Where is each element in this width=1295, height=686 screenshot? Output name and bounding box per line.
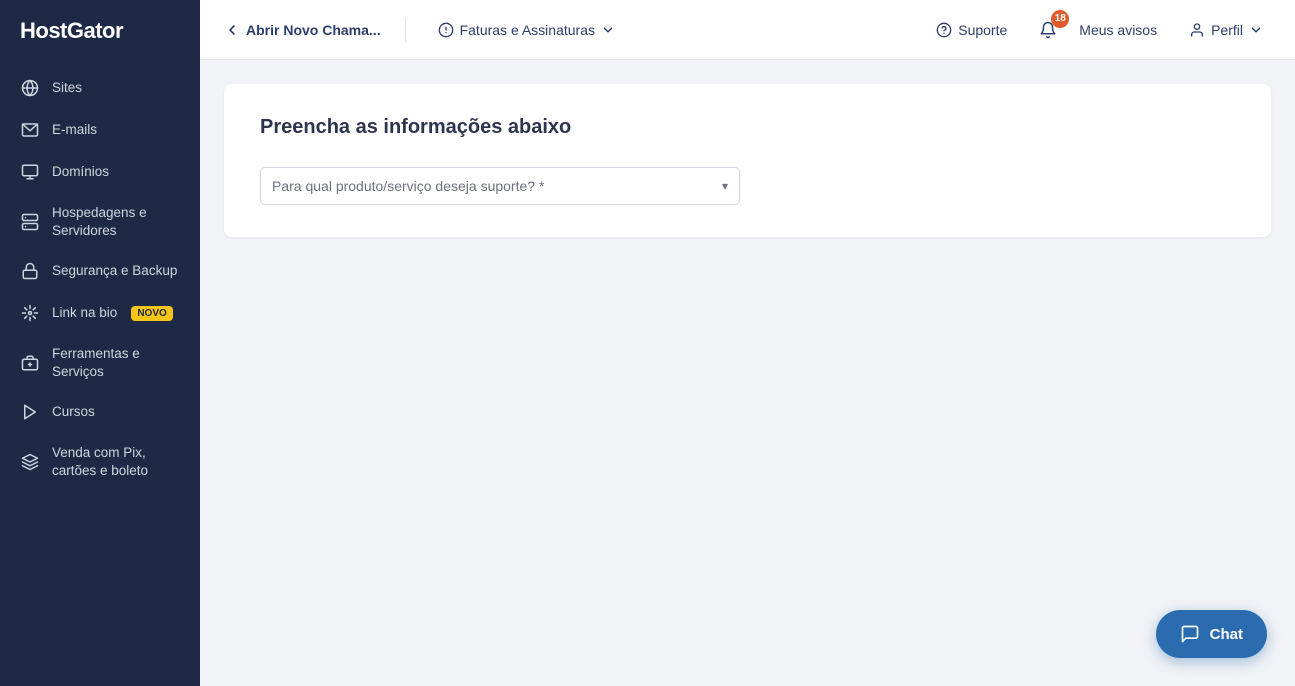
profile-button[interactable]: Perfil <box>1181 18 1271 42</box>
support-button[interactable]: Suporte <box>928 18 1015 42</box>
billing-menu[interactable]: Faturas e Assinaturas <box>430 18 623 42</box>
profile-chevron-icon <box>1249 23 1263 37</box>
user-icon <box>1189 22 1205 38</box>
sidebar-item-sites-label: Sites <box>52 79 82 97</box>
sidebar-item-venda-label: Venda com Pix, cartões e boleto <box>52 444 180 479</box>
email-icon <box>20 120 40 140</box>
sidebar-item-ferramentas[interactable]: Ferramentas e Serviços <box>8 335 192 390</box>
server-icon <box>20 212 40 232</box>
domain-icon <box>20 162 40 182</box>
chat-button[interactable]: Chat <box>1156 610 1267 658</box>
sidebar-item-cursos[interactable]: Cursos <box>8 392 192 432</box>
novo-badge: NOVO <box>131 306 172 321</box>
sidebar-item-hospedagens[interactable]: Hospedagens e Servidores <box>8 194 192 249</box>
chat-label: Chat <box>1210 626 1243 643</box>
product-select[interactable] <box>260 167 740 205</box>
form-card: Preencha as informações abaixo ▾ Para qu… <box>224 84 1271 237</box>
sidebar-item-seguranca-label: Segurança e Backup <box>52 262 177 280</box>
back-label: Abrir Novo Chama... <box>246 22 381 38</box>
sidebar-item-cursos-label: Cursos <box>52 403 95 421</box>
sidebar-item-dominios[interactable]: Domínios <box>8 152 192 192</box>
notifications-label: Meus avisos <box>1079 22 1157 38</box>
sidebar-item-linkbio[interactable]: Link na bio NOVO <box>8 293 192 333</box>
sidebar-item-dominios-label: Domínios <box>52 163 109 181</box>
sidebar: HostGator Sites E-mails Domínios Hospeda… <box>0 0 200 686</box>
lock-icon <box>20 261 40 281</box>
profile-label: Perfil <box>1211 22 1243 38</box>
sidebar-nav: Sites E-mails Domínios Hospedagens e Ser… <box>0 62 200 686</box>
chat-icon <box>1180 624 1200 644</box>
sidebar-item-seguranca[interactable]: Segurança e Backup <box>8 251 192 291</box>
pix-icon <box>20 452 40 472</box>
support-icon <box>936 22 952 38</box>
sidebar-item-sites[interactable]: Sites <box>8 68 192 108</box>
courses-icon <box>20 402 40 422</box>
back-button[interactable]: Abrir Novo Chama... <box>224 22 381 38</box>
chevron-down-icon <box>601 23 615 37</box>
sidebar-item-venda[interactable]: Venda com Pix, cartões e boleto <box>8 434 192 489</box>
brand-logo: HostGator <box>0 0 200 62</box>
topbar: Abrir Novo Chama... Faturas e Assinatura… <box>200 0 1295 60</box>
tools-icon <box>20 353 40 373</box>
notifications-badge: 18 <box>1051 10 1069 28</box>
product-select-field: ▾ Para qual produto/serviço deseja supor… <box>260 167 740 205</box>
main-area: Abrir Novo Chama... Faturas e Assinatura… <box>200 0 1295 686</box>
globe-icon <box>20 78 40 98</box>
topbar-divider-1 <box>405 18 406 42</box>
card-title: Preencha as informações abaixo <box>260 116 1235 139</box>
notifications-button[interactable]: 18 Meus avisos <box>1031 17 1165 43</box>
sidebar-item-emails[interactable]: E-mails <box>8 110 192 150</box>
support-label: Suporte <box>958 22 1007 38</box>
billing-label: Faturas e Assinaturas <box>460 22 595 38</box>
content-area: Preencha as informações abaixo ▾ Para qu… <box>200 60 1295 686</box>
topbar-right: Suporte 18 Meus avisos Perfil <box>928 17 1271 43</box>
sidebar-item-hospedagens-label: Hospedagens e Servidores <box>52 204 180 239</box>
sidebar-item-ferramentas-label: Ferramentas e Serviços <box>52 345 180 380</box>
sidebar-item-linkbio-label: Link na bio <box>52 304 117 322</box>
sidebar-item-emails-label: E-mails <box>52 121 97 139</box>
link-icon <box>20 303 40 323</box>
